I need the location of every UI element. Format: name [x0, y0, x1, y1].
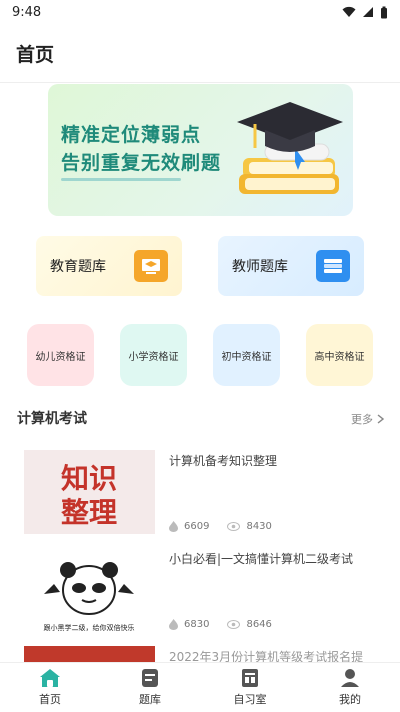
article-item[interactable]: 跟小黑学二级，给你双倍快乐 小白必看|一文搞懂计算机二级考试 6830 8646: [0, 548, 400, 638]
article-thumbnail: 知识 整理: [24, 450, 155, 534]
more-label: 更多: [351, 413, 373, 426]
header-divider: [0, 82, 400, 83]
eye-icon: [227, 522, 241, 531]
thumb-caption: 跟小黑学二级，给你双倍快乐: [44, 623, 135, 632]
wifi-icon: [342, 6, 356, 17]
study-room-icon: [242, 669, 258, 687]
tab-label: 我的: [339, 693, 361, 706]
tab-label: 自习室: [233, 693, 267, 706]
profile-icon: [341, 669, 359, 687]
tab-home[interactable]: 首页: [0, 663, 100, 712]
article-title: 计算机备考知识整理: [169, 454, 278, 468]
banner-line-2: 告别重复无效刷题: [61, 152, 222, 174]
section-title: 计算机考试: [17, 411, 87, 427]
bank-label: 教师题库: [232, 259, 288, 275]
more-link[interactable]: 更多: [351, 411, 384, 427]
graduation-books-illustration: [237, 102, 343, 194]
app-header: 首页: [0, 24, 400, 82]
like-count: 6830: [184, 619, 210, 630]
tab-question-bank[interactable]: 题库: [100, 663, 200, 712]
chevron-right-icon: [377, 414, 384, 424]
eye-icon: [227, 620, 241, 629]
battery-icon: [381, 6, 387, 18]
tab-label: 题库: [139, 693, 161, 706]
page-title: 首页: [16, 43, 55, 66]
banner-line-1: 精准定位薄弱点: [61, 124, 202, 146]
view-count: 8430: [246, 521, 272, 532]
promo-banner[interactable]: 精准定位薄弱点 告别重复无效刷题: [48, 84, 353, 216]
thumb-text-top: 知识: [61, 462, 117, 495]
article-thumbnail: [24, 646, 155, 662]
book-stack-icon: [316, 250, 350, 282]
education-question-bank[interactable]: 教育题库: [36, 236, 182, 296]
article-title: 小白必看|一文搞懂计算机二级考试: [169, 552, 354, 566]
article-item[interactable]: 知识 整理 计算机备考知识整理 6609 8430: [0, 450, 400, 540]
status-time: 9:48: [12, 4, 42, 20]
article-thumbnail: 跟小黑学二级，给你双倍快乐: [24, 554, 155, 638]
fire-icon: [169, 619, 178, 630]
article-stats: 6609 8430: [169, 521, 272, 532]
cert-senior[interactable]: 高中资格证: [306, 324, 373, 386]
article-item[interactable]: 2022年3月份计算机等级考试报名提: [0, 646, 400, 662]
bottom-tab-bar: 首页 题库 自习室 我的: [0, 662, 400, 712]
bank-label: 教育题库: [50, 259, 106, 275]
status-bar: 9:48: [0, 0, 400, 24]
article-title: 2022年3月份计算机等级考试报名提: [169, 650, 364, 662]
cert-primary[interactable]: 小学资格证: [120, 324, 187, 386]
view-count: 8646: [246, 619, 272, 630]
tab-profile[interactable]: 我的: [300, 663, 400, 712]
signal-icon: [363, 7, 373, 17]
fire-icon: [169, 521, 178, 532]
cert-kindergarten[interactable]: 幼儿资格证: [27, 324, 94, 386]
teacher-question-bank[interactable]: 教师题库: [218, 236, 364, 296]
home-icon: [40, 669, 60, 687]
like-count: 6609: [184, 521, 210, 532]
question-bank-icon: [142, 669, 158, 687]
article-stats: 6830 8646: [169, 619, 272, 630]
banner-underline: [61, 178, 181, 181]
thumb-text-bottom: 整理: [61, 496, 117, 529]
tab-label: 首页: [39, 693, 61, 706]
graduation-cap-icon: [134, 250, 168, 282]
tab-study-room[interactable]: 自习室: [200, 663, 300, 712]
cert-junior[interactable]: 初中资格证: [213, 324, 280, 386]
